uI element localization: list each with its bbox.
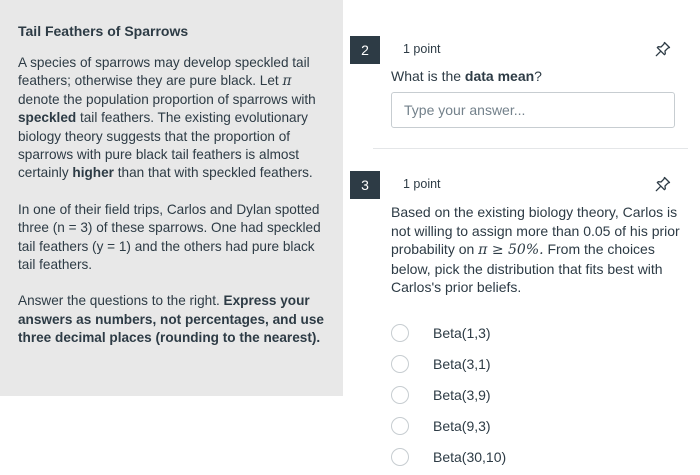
questions-panel: 2 1 point What is the data mean? Type yo…: [343, 0, 700, 475]
radio-button[interactable]: [391, 355, 409, 373]
pi-symbol: π: [282, 73, 292, 90]
context-text: than that with speckled feathers.: [113, 165, 313, 181]
option-beta-3-9[interactable]: Beta(3,9): [391, 384, 491, 406]
option-beta-30-10[interactable]: Beta(30,10): [391, 446, 506, 468]
context-paragraph-1: A species of sparrows may develop speckl…: [18, 54, 327, 183]
math-expression: π ≥ 50%.: [478, 242, 544, 258]
question-3-points: 1 point: [403, 177, 441, 191]
context-text: denote the population proportion of spar…: [18, 91, 316, 107]
option-label: Beta(9,3): [433, 418, 491, 434]
question-2-number: 2: [350, 36, 380, 64]
option-beta-3-1[interactable]: Beta(3,1): [391, 353, 491, 375]
question-2-text: What is the data mean?: [391, 67, 681, 86]
option-label: Beta(1,3): [433, 325, 491, 341]
option-label: Beta(3,9): [433, 387, 491, 403]
option-beta-1-3[interactable]: Beta(1,3): [391, 322, 491, 344]
question-text: ?: [534, 68, 542, 84]
radio-button[interactable]: [391, 324, 409, 342]
option-beta-9-3[interactable]: Beta(9,3): [391, 415, 491, 437]
question-2-points: 1 point: [403, 42, 441, 56]
radio-button[interactable]: [391, 386, 409, 404]
context-emphasis: speckled: [18, 110, 77, 126]
question-text: What is the: [391, 68, 465, 84]
option-label: Beta(3,1): [433, 356, 491, 372]
option-label: Beta(30,10): [433, 449, 507, 465]
question-3-text: Based on the existing biology theory, Ca…: [391, 203, 681, 297]
question-3-number: 3: [350, 171, 380, 199]
radio-button[interactable]: [391, 448, 409, 466]
pin-icon[interactable]: [654, 40, 672, 58]
answer-input[interactable]: Type your answer...: [391, 92, 675, 128]
context-paragraph-2: In one of their field trips, Carlos and …: [18, 201, 321, 273]
radio-button[interactable]: [391, 417, 409, 435]
context-title: Tail Feathers of Sparrows: [18, 23, 189, 39]
question-emphasis: data mean: [464, 68, 535, 84]
context-emphasis: higher: [72, 165, 114, 181]
context-text: A species of sparrows may develop speckl…: [18, 55, 310, 89]
context-text: Answer the questions to the right.: [18, 293, 224, 309]
context-panel: Tail Feathers of Sparrows A species of s…: [0, 0, 343, 396]
pin-icon[interactable]: [654, 175, 672, 193]
divider: [373, 148, 688, 149]
context-paragraph-3: Answer the questions to the right. Expre…: [18, 292, 327, 347]
